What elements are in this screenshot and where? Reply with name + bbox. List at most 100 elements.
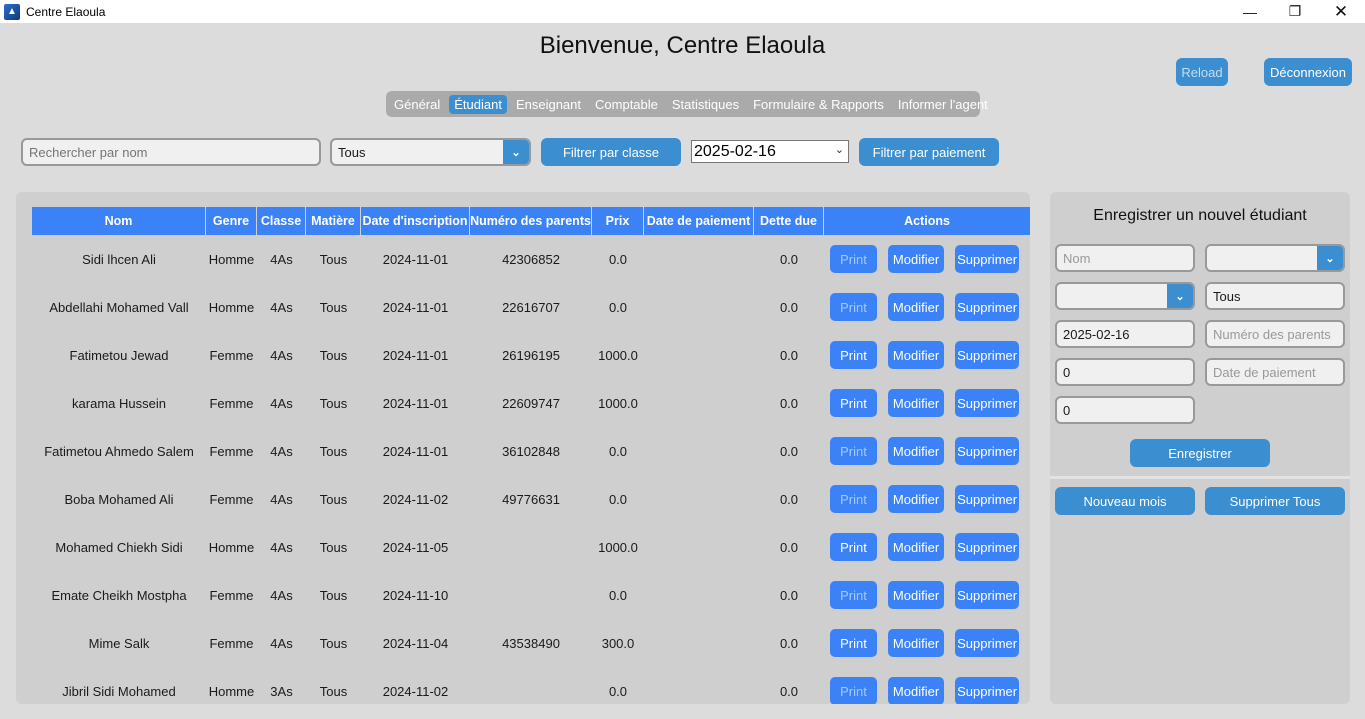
delete-button[interactable]: Supprimer — [955, 677, 1019, 704]
cell-genre: Homme — [208, 539, 255, 555]
table-row: Boba Mohamed Ali Femme 4As Tous 2024-11-02 49… — [32, 475, 1030, 523]
cell-prix: 1000.0 — [598, 395, 638, 411]
parents-number-field[interactable]: Numéro des parents — [1205, 320, 1345, 348]
delete-all-button[interactable]: Supprimer Tous — [1205, 487, 1345, 515]
save-button[interactable]: Enregistrer — [1130, 439, 1270, 467]
class-filter-select[interactable]: Tous ⌄ — [330, 138, 531, 166]
table-row: Sidi lhcen Ali Homme 4As Tous 2024-11-01 4230… — [32, 235, 1030, 283]
tab-0[interactable]: Général — [389, 95, 445, 114]
print-button[interactable]: Print — [830, 341, 877, 369]
cell-genre: Femme — [209, 635, 254, 651]
edit-button[interactable]: Modifier — [887, 581, 945, 609]
row-actions: Print Modifier Supprimer — [824, 437, 1030, 465]
cell-nom: Fatimetou Ahmedo Salem — [44, 443, 194, 459]
cell-classe: 4As — [270, 539, 293, 555]
tab-4[interactable]: Statistiques — [667, 95, 744, 114]
cell-prix: 1000.0 — [598, 347, 638, 363]
subject-field[interactable]: Tous — [1205, 282, 1345, 310]
payment-date-field[interactable]: Date de paiement — [1205, 358, 1345, 386]
print-button[interactable]: Print — [830, 437, 877, 465]
name-field[interactable]: Nom — [1055, 244, 1195, 272]
print-button[interactable]: Print — [830, 485, 877, 513]
delete-button[interactable]: Supprimer — [955, 245, 1019, 273]
table-row: Mime Salk Femme 4As Tous 2024-11-04 43538490 3… — [32, 619, 1030, 667]
edit-button[interactable]: Modifier — [887, 293, 945, 321]
close-button[interactable]: ✕ — [1318, 0, 1364, 23]
payment-date-select[interactable]: 2025-02-16 ⌄ — [691, 140, 849, 163]
cell-dette: 0.0 — [779, 347, 799, 363]
cell-prix: 0.0 — [608, 491, 628, 507]
chevron-down-icon[interactable]: ⌄ — [1317, 246, 1343, 270]
reload-button[interactable]: Reload — [1176, 58, 1228, 86]
tab-5[interactable]: Formulaire & Rapports — [748, 95, 889, 114]
cell-classe: 4As — [270, 443, 293, 459]
register-panel: Enregistrer un nouvel étudiant Nom ⌄ ⌄ T… — [1050, 192, 1350, 704]
tab-6[interactable]: Informer l'agent — [893, 95, 993, 114]
delete-button[interactable]: Supprimer — [955, 389, 1019, 417]
delete-button[interactable]: Supprimer — [955, 437, 1019, 465]
registration-date-field[interactable]: 2025-02-16 — [1055, 320, 1195, 348]
tab-3[interactable]: Comptable — [590, 95, 663, 114]
edit-button[interactable]: Modifier — [887, 533, 945, 561]
print-button[interactable]: Print — [830, 629, 877, 657]
edit-button[interactable]: Modifier — [887, 437, 945, 465]
row-actions: Print Modifier Supprimer — [824, 629, 1030, 657]
tab-1[interactable]: Étudiant — [449, 94, 507, 114]
chevron-down-icon[interactable]: ⌄ — [1167, 284, 1193, 308]
minimize-button[interactable]: — — [1227, 0, 1273, 23]
cell-nom: karama Hussein — [72, 395, 166, 411]
cell-matiere: Tous — [319, 539, 348, 555]
gender-select[interactable]: ⌄ — [1205, 244, 1345, 272]
print-button[interactable]: Print — [830, 677, 877, 704]
debt-field[interactable]: 0 — [1055, 396, 1195, 424]
print-button[interactable]: Print — [830, 293, 877, 321]
column-header: Date de paiement — [644, 207, 754, 235]
filter-payment-button[interactable]: Filtrer par paiement — [859, 138, 999, 166]
edit-button[interactable]: Modifier — [887, 677, 945, 704]
cell-dette: 0.0 — [779, 635, 799, 651]
edit-button[interactable]: Modifier — [887, 629, 945, 657]
delete-button[interactable]: Supprimer — [955, 485, 1019, 513]
cell-dette: 0.0 — [779, 587, 799, 603]
filter-class-button[interactable]: Filtrer par classe — [541, 138, 681, 166]
cell-genre: Homme — [208, 683, 255, 699]
delete-button[interactable]: Supprimer — [955, 533, 1019, 561]
cell-classe: 4As — [270, 635, 293, 651]
edit-button[interactable]: Modifier — [887, 389, 945, 417]
cell-date: 2024-11-01 — [382, 251, 449, 267]
row-actions: Print Modifier Supprimer — [824, 341, 1030, 369]
delete-button[interactable]: Supprimer — [955, 341, 1019, 369]
search-input[interactable] — [21, 138, 321, 166]
edit-button[interactable]: Modifier — [887, 341, 945, 369]
cell-prix: 0.0 — [608, 251, 628, 267]
delete-button[interactable]: Supprimer — [955, 629, 1019, 657]
logout-button[interactable]: Déconnexion — [1264, 58, 1352, 86]
class-select[interactable]: ⌄ — [1055, 282, 1195, 310]
cell-dette: 0.0 — [779, 683, 799, 699]
maximize-button[interactable]: ❐ — [1272, 0, 1318, 23]
cell-nom: Abdellahi Mohamed Vall — [49, 299, 189, 315]
delete-button[interactable]: Supprimer — [955, 581, 1019, 609]
edit-button[interactable]: Modifier — [887, 245, 945, 273]
cell-dette: 0.0 — [779, 251, 799, 267]
column-header: Numéro des parents — [470, 207, 592, 235]
price-field[interactable]: 0 — [1055, 358, 1195, 386]
print-button[interactable]: Print — [830, 245, 877, 273]
cell-date: 2024-11-05 — [382, 539, 449, 555]
cell-prix: 300.0 — [601, 635, 635, 651]
cell-classe: 4As — [270, 299, 293, 315]
cell-nom: Fatimetou Jewad — [69, 347, 169, 363]
delete-button[interactable]: Supprimer — [955, 293, 1019, 321]
edit-button[interactable]: Modifier — [887, 485, 945, 513]
cell-nom: Boba Mohamed Ali — [64, 491, 174, 507]
cell-nom: Jibril Sidi Mohamed — [62, 683, 176, 699]
cell-genre: Homme — [208, 251, 255, 267]
cell-date: 2024-11-01 — [382, 443, 449, 459]
print-button[interactable]: Print — [830, 533, 877, 561]
cell-dette: 0.0 — [779, 539, 799, 555]
print-button[interactable]: Print — [830, 389, 877, 417]
chevron-down-icon[interactable]: ⌄ — [503, 140, 529, 164]
print-button[interactable]: Print — [830, 581, 877, 609]
new-month-button[interactable]: Nouveau mois — [1055, 487, 1195, 515]
tab-2[interactable]: Enseignant — [511, 95, 586, 114]
